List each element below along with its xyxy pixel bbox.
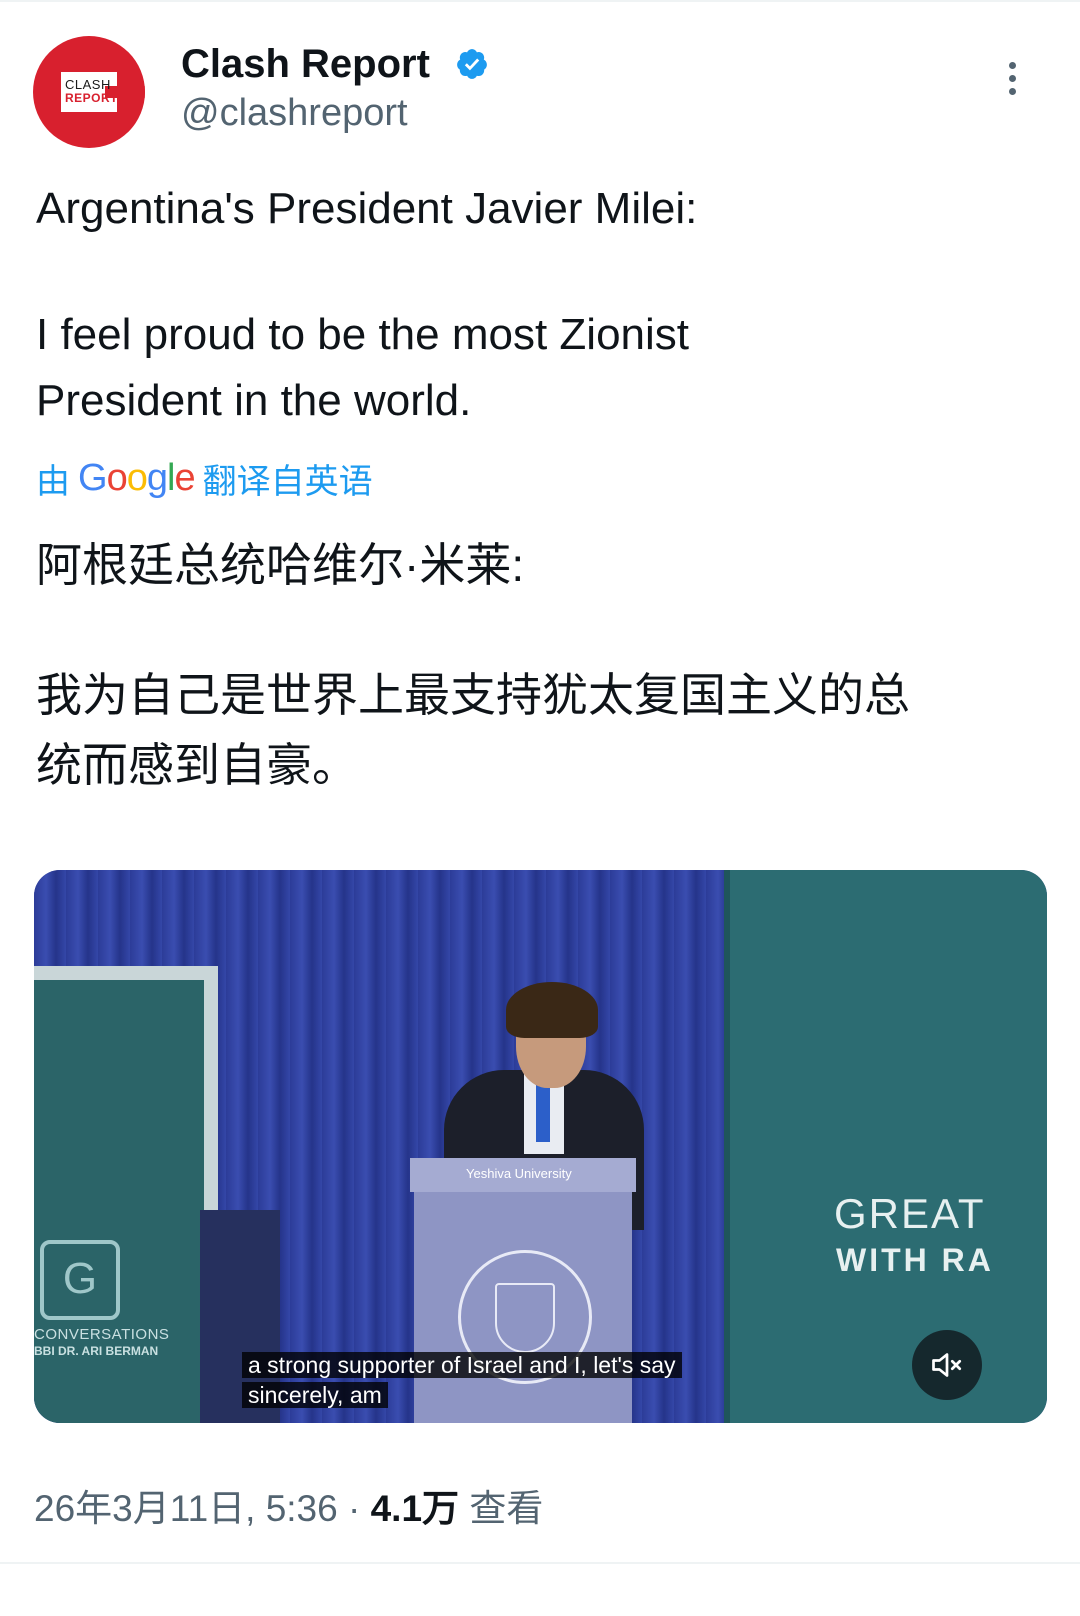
- avatar-logo-text-bottom: REPORT: [65, 91, 119, 105]
- author-handle[interactable]: @clashreport: [181, 92, 408, 135]
- conversations-logo-icon: G: [40, 1240, 120, 1320]
- muted-speaker-icon: [932, 1353, 962, 1377]
- translation-prefix: 由: [36, 462, 70, 501]
- caption-line: sincerely, am: [242, 1382, 388, 1408]
- tweet-text-line: Argentina's President Javier Milei:: [36, 184, 698, 233]
- views-count: 4.1万: [370, 1488, 460, 1529]
- tweet-text-line: President in the world.: [36, 376, 472, 425]
- unmute-button[interactable]: [912, 1330, 982, 1400]
- translated-text-line: 阿根廷总统哈维尔·米莱:: [36, 539, 525, 591]
- tweet-meta: 26年3月11日, 5:36 · 4.1万 查看: [34, 1478, 543, 1532]
- views-label: 查看: [469, 1488, 544, 1529]
- video-right-banner: [724, 870, 1047, 1423]
- tweet-text-line: I feel proud to be the most Zionist: [36, 310, 690, 359]
- avatar[interactable]: CLASH REPORT: [33, 36, 145, 148]
- speaker-tie: [536, 1082, 550, 1142]
- banner-text-with: WITH RA: [836, 1242, 994, 1278]
- author-name[interactable]: Clash Report: [181, 42, 430, 87]
- translated-text-line: 统而感到自豪。: [36, 739, 358, 791]
- meta-separator: ·: [348, 1488, 361, 1529]
- translation-suffix: 翻译自英语: [202, 462, 373, 501]
- left-banner-subtext: BBI DR. ARI BERMAN: [34, 1344, 159, 1358]
- speaker-hair: [506, 982, 598, 1038]
- video-player[interactable]: G CONVERSATIONS BBI DR. ARI BERMAN Yeshi…: [34, 870, 1047, 1423]
- bottom-divider: [0, 1562, 1080, 1564]
- video-caption: a strong supporter of Israel and I, let'…: [242, 1350, 682, 1410]
- tweet-date[interactable]: 26年3月11日, 5:36: [34, 1488, 338, 1529]
- more-options-icon[interactable]: [1006, 62, 1018, 102]
- verified-badge-icon: [457, 49, 487, 79]
- podium-label: Yeshiva University: [466, 1166, 572, 1181]
- translation-attribution[interactable]: 由 Google 翻译自英语: [36, 456, 373, 501]
- avatar-logo-text-top: CLASH: [65, 77, 111, 92]
- google-logo: Google: [78, 456, 196, 499]
- top-divider: [0, 0, 1080, 2]
- caption-line: a strong supporter of Israel and I, let'…: [242, 1352, 682, 1378]
- left-banner-text: CONVERSATIONS: [34, 1326, 170, 1343]
- banner-text-great: GREAT: [834, 1190, 986, 1237]
- translated-text-line: 我为自己是世界上最支持犹太复国主义的总: [36, 669, 910, 721]
